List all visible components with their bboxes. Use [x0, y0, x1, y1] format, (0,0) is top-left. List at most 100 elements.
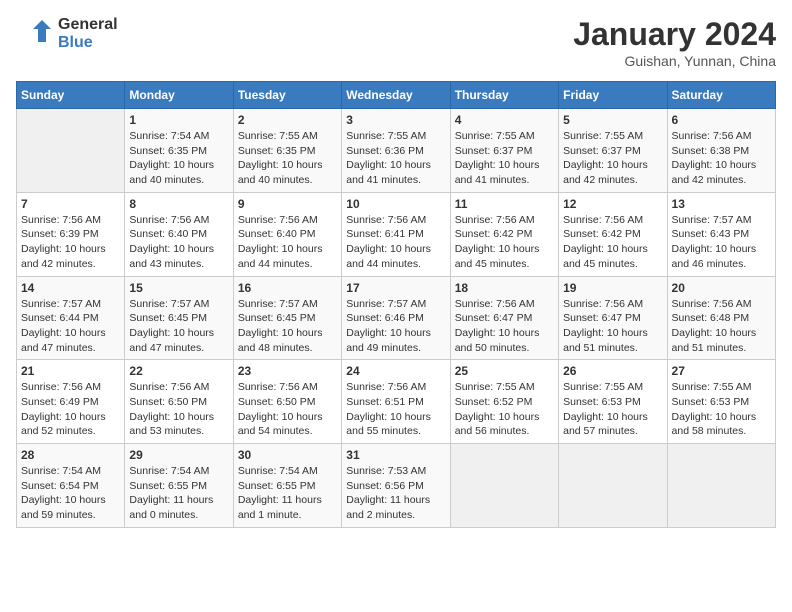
day-info: Sunrise: 7:57 AM Sunset: 6:45 PM Dayligh…: [129, 297, 228, 356]
day-number: 24: [346, 364, 445, 378]
calendar-cell: 25 Sunrise: 7:55 AM Sunset: 6:52 PM Dayli…: [450, 360, 558, 444]
day-info: Sunrise: 7:55 AM Sunset: 6:52 PM Dayligh…: [455, 380, 554, 439]
calendar-week-row: 14Sunrise: 7:57 AM Sunset: 6:44 PM Dayli…: [17, 276, 776, 360]
day-info: Sunrise: 7:55 AM Sunset: 6:37 PM Dayligh…: [455, 129, 554, 188]
calendar-cell: 5 Sunrise: 7:55 AM Sunset: 6:37 PM Daylig…: [559, 109, 667, 193]
calendar-header-row: SundayMondayTuesdayWednesdayThursdayFrid…: [17, 82, 776, 109]
day-info: Sunrise: 7:56 AM Sunset: 6:41 PM Dayligh…: [346, 213, 445, 272]
day-info: Sunrise: 7:57 AM Sunset: 6:45 PM Dayligh…: [238, 297, 337, 356]
month-title: January 2024: [573, 16, 776, 53]
calendar-cell: 27 Sunrise: 7:55 AM Sunset: 6:53 PM Dayli…: [667, 360, 775, 444]
calendar-cell: 15 Sunrise: 7:57 AM Sunset: 6:45 PM Dayli…: [125, 276, 233, 360]
day-info: Sunrise: 7:56 AM Sunset: 6:40 PM Dayligh…: [129, 213, 228, 272]
day-number: 16: [238, 281, 337, 295]
calendar-cell: 29 Sunrise: 7:54 AM Sunset: 6:55 PM Dayli…: [125, 444, 233, 528]
calendar-cell: 22Sunrise: 7:56 AM Sunset: 6:50 PM Dayli…: [125, 360, 233, 444]
day-info: Sunrise: 7:56 AM Sunset: 6:38 PM Dayligh…: [672, 129, 771, 188]
calendar-week-row: 1 Sunrise: 7:54 AM Sunset: 6:35 PM Daylig…: [17, 109, 776, 193]
calendar-cell: 18 Sunrise: 7:56 AM Sunset: 6:47 PM Dayli…: [450, 276, 558, 360]
calendar-cell: 16 Sunrise: 7:57 AM Sunset: 6:45 PM Dayli…: [233, 276, 341, 360]
column-header-thursday: Thursday: [450, 82, 558, 109]
day-number: 20: [672, 281, 771, 295]
day-number: 15: [129, 281, 228, 295]
day-number: 26: [563, 364, 662, 378]
calendar-cell: 19 Sunrise: 7:56 AM Sunset: 6:47 PM Dayli…: [559, 276, 667, 360]
day-number: 21: [21, 364, 120, 378]
title-block: January 2024 Guishan, Yunnan, China: [573, 16, 776, 69]
day-number: 12: [563, 197, 662, 211]
calendar-cell: 9 Sunrise: 7:56 AM Sunset: 6:40 PM Daylig…: [233, 192, 341, 276]
day-info: Sunrise: 7:55 AM Sunset: 6:53 PM Dayligh…: [672, 380, 771, 439]
day-info: Sunrise: 7:55 AM Sunset: 6:35 PM Dayligh…: [238, 129, 337, 188]
calendar-cell: 21Sunrise: 7:56 AM Sunset: 6:49 PM Dayli…: [17, 360, 125, 444]
calendar-cell: 3Sunrise: 7:55 AM Sunset: 6:36 PM Daylig…: [342, 109, 450, 193]
day-info: Sunrise: 7:55 AM Sunset: 6:37 PM Dayligh…: [563, 129, 662, 188]
calendar-cell: [667, 444, 775, 528]
day-info: Sunrise: 7:57 AM Sunset: 6:46 PM Dayligh…: [346, 297, 445, 356]
calendar-cell: 30 Sunrise: 7:54 AM Sunset: 6:55 PM Dayli…: [233, 444, 341, 528]
calendar-cell: 7 Sunrise: 7:56 AM Sunset: 6:39 PM Daylig…: [17, 192, 125, 276]
day-number: 3: [346, 113, 445, 127]
calendar-cell: 14Sunrise: 7:57 AM Sunset: 6:44 PM Dayli…: [17, 276, 125, 360]
day-info: Sunrise: 7:56 AM Sunset: 6:47 PM Dayligh…: [455, 297, 554, 356]
calendar-week-row: 21Sunrise: 7:56 AM Sunset: 6:49 PM Dayli…: [17, 360, 776, 444]
calendar-cell: 28 Sunrise: 7:54 AM Sunset: 6:54 PM Dayli…: [17, 444, 125, 528]
day-number: 10: [346, 197, 445, 211]
calendar-week-row: 7 Sunrise: 7:56 AM Sunset: 6:39 PM Daylig…: [17, 192, 776, 276]
calendar-cell: 23 Sunrise: 7:56 AM Sunset: 6:50 PM Dayli…: [233, 360, 341, 444]
day-info: Sunrise: 7:54 AM Sunset: 6:35 PM Dayligh…: [129, 129, 228, 188]
calendar-cell: 20 Sunrise: 7:56 AM Sunset: 6:48 PM Dayli…: [667, 276, 775, 360]
day-number: 23: [238, 364, 337, 378]
day-number: 7: [21, 197, 120, 211]
day-number: 27: [672, 364, 771, 378]
day-number: 13: [672, 197, 771, 211]
day-info: Sunrise: 7:56 AM Sunset: 6:50 PM Dayligh…: [238, 380, 337, 439]
calendar-cell: 10 Sunrise: 7:56 AM Sunset: 6:41 PM Dayli…: [342, 192, 450, 276]
day-number: 5: [563, 113, 662, 127]
calendar-cell: 13 Sunrise: 7:57 AM Sunset: 6:43 PM Dayli…: [667, 192, 775, 276]
day-number: 4: [455, 113, 554, 127]
day-number: 8: [129, 197, 228, 211]
calendar-week-row: 28 Sunrise: 7:54 AM Sunset: 6:54 PM Dayli…: [17, 444, 776, 528]
day-number: 30: [238, 448, 337, 462]
calendar-cell: 26Sunrise: 7:55 AM Sunset: 6:53 PM Dayli…: [559, 360, 667, 444]
day-number: 9: [238, 197, 337, 211]
day-info: Sunrise: 7:54 AM Sunset: 6:54 PM Dayligh…: [21, 464, 120, 523]
column-header-wednesday: Wednesday: [342, 82, 450, 109]
day-number: 19: [563, 281, 662, 295]
page-header: General Blue January 2024 Guishan, Yunna…: [16, 16, 776, 69]
day-info: Sunrise: 7:56 AM Sunset: 6:40 PM Dayligh…: [238, 213, 337, 272]
day-number: 11: [455, 197, 554, 211]
column-header-tuesday: Tuesday: [233, 82, 341, 109]
day-number: 25: [455, 364, 554, 378]
calendar-cell: 1 Sunrise: 7:54 AM Sunset: 6:35 PM Daylig…: [125, 109, 233, 193]
day-info: Sunrise: 7:54 AM Sunset: 6:55 PM Dayligh…: [238, 464, 337, 523]
location-subtitle: Guishan, Yunnan, China: [573, 53, 776, 69]
calendar-cell: 11 Sunrise: 7:56 AM Sunset: 6:42 PM Dayli…: [450, 192, 558, 276]
day-info: Sunrise: 7:56 AM Sunset: 6:50 PM Dayligh…: [129, 380, 228, 439]
day-number: 2: [238, 113, 337, 127]
day-number: 29: [129, 448, 228, 462]
column-header-monday: Monday: [125, 82, 233, 109]
day-number: 28: [21, 448, 120, 462]
day-info: Sunrise: 7:56 AM Sunset: 6:42 PM Dayligh…: [455, 213, 554, 272]
day-info: Sunrise: 7:57 AM Sunset: 6:43 PM Dayligh…: [672, 213, 771, 272]
day-info: Sunrise: 7:57 AM Sunset: 6:44 PM Dayligh…: [21, 297, 120, 356]
logo-text-general: General: [58, 16, 118, 34]
calendar-cell: [559, 444, 667, 528]
logo: General Blue: [16, 16, 118, 53]
day-info: Sunrise: 7:56 AM Sunset: 6:48 PM Dayligh…: [672, 297, 771, 356]
day-info: Sunrise: 7:56 AM Sunset: 6:47 PM Dayligh…: [563, 297, 662, 356]
day-number: 18: [455, 281, 554, 295]
day-info: Sunrise: 7:56 AM Sunset: 6:42 PM Dayligh…: [563, 213, 662, 272]
calendar-cell: 12 Sunrise: 7:56 AM Sunset: 6:42 PM Dayli…: [559, 192, 667, 276]
day-number: 17: [346, 281, 445, 295]
day-number: 1: [129, 113, 228, 127]
day-info: Sunrise: 7:54 AM Sunset: 6:55 PM Dayligh…: [129, 464, 228, 523]
logo-graphic: [16, 16, 52, 52]
day-info: Sunrise: 7:56 AM Sunset: 6:39 PM Dayligh…: [21, 213, 120, 272]
column-header-saturday: Saturday: [667, 82, 775, 109]
calendar-cell: [17, 109, 125, 193]
column-header-friday: Friday: [559, 82, 667, 109]
calendar-cell: 17 Sunrise: 7:57 AM Sunset: 6:46 PM Dayli…: [342, 276, 450, 360]
